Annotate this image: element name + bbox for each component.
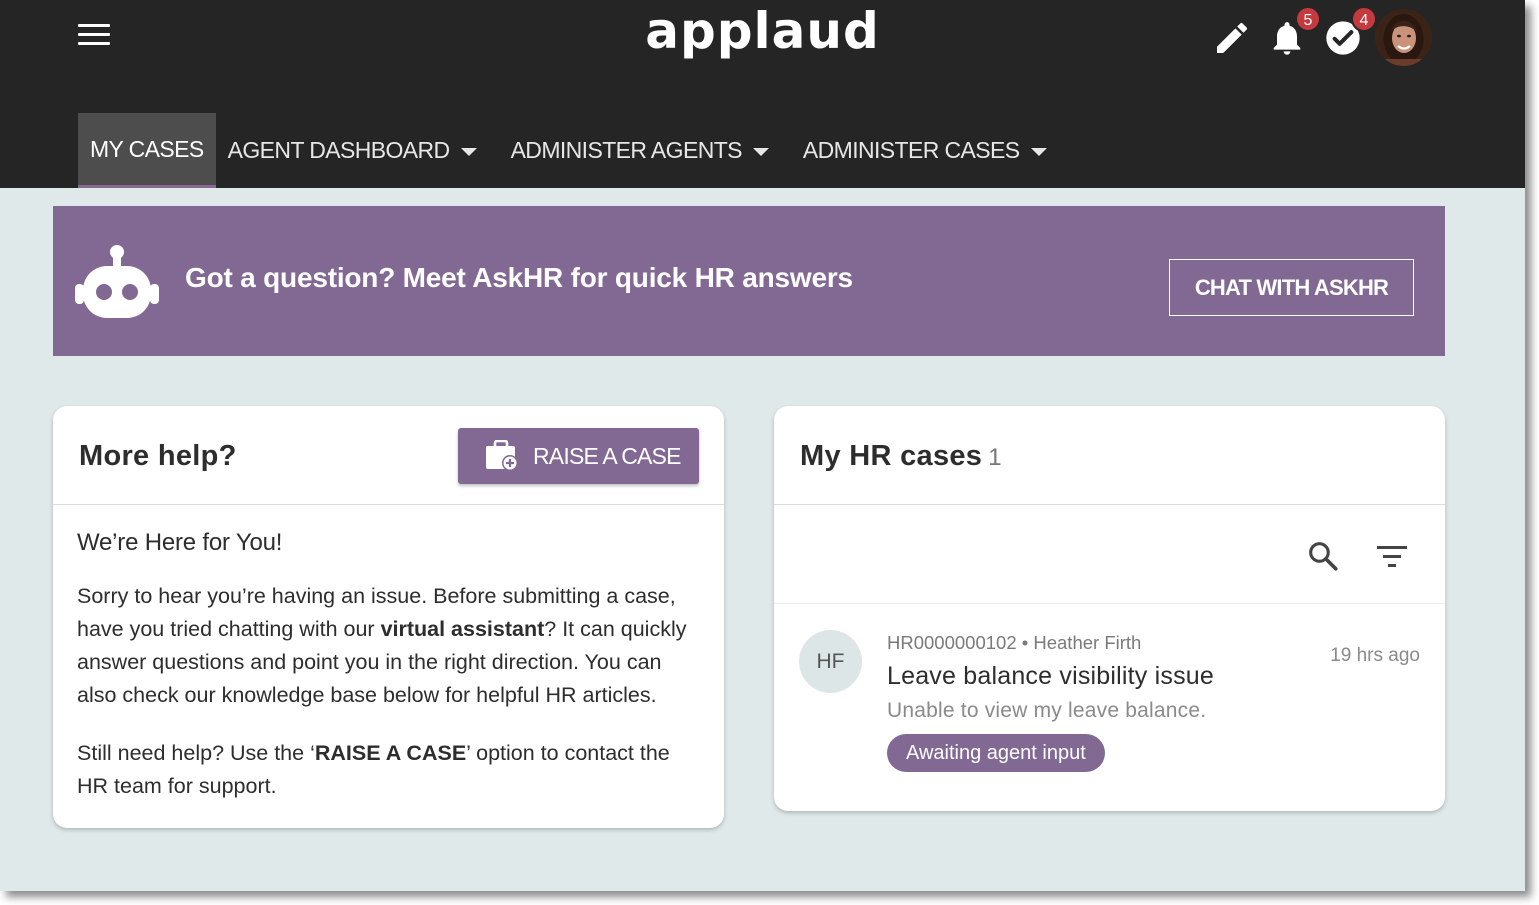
askhr-banner: Got a question? Meet AskHR for quick HR …: [53, 206, 1445, 356]
tab-agent-dashboard[interactable]: AGENT DASHBOARD: [216, 113, 489, 188]
raise-a-case-reference: RAISE A CASE: [314, 741, 467, 765]
hr-cases-card: My HR cases 1 HF HR0000000102 • Heather F…: [774, 406, 1445, 811]
case-list-item[interactable]: HF HR0000000102 • Heather Firth Leave ba…: [774, 604, 1445, 809]
status-badge: Awaiting agent input: [887, 734, 1105, 772]
caret-down-icon: [1030, 148, 1047, 156]
tab-my-cases[interactable]: MY CASES: [78, 113, 216, 188]
avatar: HF: [799, 630, 862, 693]
avatar[interactable]: [1375, 9, 1432, 66]
chat-with-askhr-button[interactable]: CHAT WITH ASKHR: [1169, 259, 1414, 316]
tab-label: MY CASES: [90, 135, 204, 162]
briefcase-plus-icon: [486, 440, 518, 471]
more-help-card: More help? RAISE A CASE We’re Here for Y…: [53, 406, 724, 828]
check-circle-icon[interactable]: 4: [1323, 6, 1377, 58]
tab-label: AGENT DASHBOARD: [227, 137, 451, 163]
case-title: Leave balance visibility issue: [887, 662, 1215, 690]
task-count-badge: 4: [1351, 6, 1377, 32]
banner-text: Got a question? Meet AskHR for quick HR …: [185, 262, 853, 293]
help-paragraph: Still need help? Use the ‘RAISE A CASE’ …: [77, 737, 700, 803]
virtual-assistant-text: virtual assistant: [380, 617, 545, 641]
main-nav: MY CASES AGENT DASHBOARD ADMINISTER AGEN…: [78, 113, 1059, 188]
card-title: More help?: [79, 440, 237, 472]
raise-a-case-label: RAISE A CASE: [533, 442, 681, 469]
search-icon[interactable]: [1306, 539, 1340, 573]
card-header: More help? RAISE A CASE: [53, 406, 724, 505]
top-bar: applaud 5 4 MY CASES AGENT DASHBOARD ADM…: [0, 0, 1525, 188]
text-segment: Still need help? Use the ‘: [77, 741, 315, 765]
case-meta: HR0000000102 • Heather Firth: [887, 632, 1142, 653]
robot-icon: [75, 245, 159, 318]
caret-down-icon: [752, 148, 769, 156]
tab-label: ADMINISTER AGENTS: [510, 137, 743, 163]
app-window: applaud 5 4 MY CASES AGENT DASHBOARD ADM…: [0, 0, 1525, 891]
help-paragraph: Sorry to hear you’re having an issue. Be…: [77, 580, 700, 712]
tab-administer-cases[interactable]: ADMINISTER CASES: [791, 113, 1059, 188]
notification-count-badge: 5: [1295, 6, 1321, 32]
help-heading: We’re Here for You!: [77, 529, 283, 556]
tab-label: ADMINISTER CASES: [802, 137, 1020, 163]
filter-icon[interactable]: [1376, 543, 1408, 571]
help-body: We’re Here for You! Sorry to hear you’re…: [53, 505, 724, 803]
edit-icon[interactable]: [1212, 18, 1252, 58]
card-header: My HR cases 1: [774, 406, 1445, 505]
case-description: Unable to view my leave balance.: [887, 699, 1207, 722]
case-count: 1: [988, 444, 1002, 471]
case-timestamp: 19 hrs ago: [1330, 645, 1420, 666]
raise-a-case-button[interactable]: RAISE A CASE: [458, 428, 699, 484]
bell-icon[interactable]: 5: [1267, 6, 1321, 58]
tab-administer-agents[interactable]: ADMINISTER AGENTS: [499, 113, 781, 188]
card-title: My HR cases 1: [800, 440, 1002, 473]
caret-down-icon: [460, 148, 477, 156]
case-toolbar: [774, 505, 1445, 604]
card-title-text: My HR cases: [800, 440, 983, 472]
